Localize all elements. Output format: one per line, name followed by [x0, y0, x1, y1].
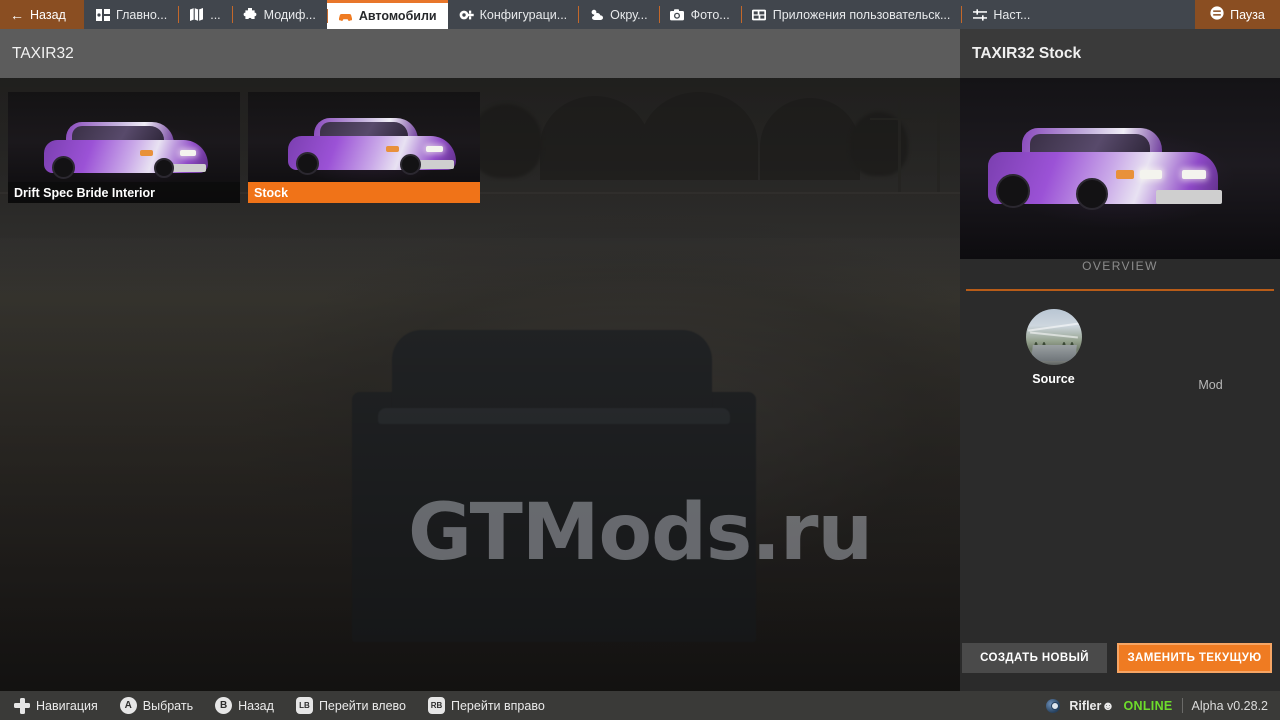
lb-button-icon: LB [295, 697, 313, 714]
hint-navigation-label: Навигация [36, 698, 98, 713]
replace-current-button[interactable]: ЗАМЕНИТЬ ТЕКУЩУЮ [1117, 643, 1272, 673]
version-label: Alpha v0.28.2 [1191, 698, 1268, 713]
source-label: Source [1032, 372, 1075, 386]
a-button-icon: A [119, 697, 137, 714]
tab-configurations[interactable]: Конфигураци... [448, 0, 579, 29]
map-icon [189, 8, 204, 22]
source-cell[interactable]: Source [966, 309, 1141, 386]
tab-vehicles[interactable]: Автомобили [326, 0, 448, 29]
tab-map[interactable]: ... [178, 0, 231, 29]
puzzle-icon [243, 8, 258, 22]
tab-main[interactable]: Главно... [84, 0, 178, 29]
weather-icon [589, 8, 604, 22]
arrow-left-icon: ← [10, 6, 24, 23]
wrench-icon [459, 8, 474, 22]
b-button-icon: B [215, 697, 233, 714]
detail-panel-header: TAXIR32 Stock [960, 29, 1280, 78]
back-button[interactable]: ← Назад [0, 0, 84, 29]
pause-button[interactable]: Пауза [1195, 0, 1280, 29]
source-mod-row: Source Mod [960, 309, 1280, 392]
steam-icon [1046, 698, 1061, 713]
hint-select-label: Выбрать [142, 698, 194, 713]
bottom-status-bar: Навигация A Выбрать B Назад LB Перейти в… [0, 691, 1280, 720]
online-status-badge: ONLINE [1123, 698, 1173, 713]
hint-move-right-label: Перейти вправо [451, 698, 545, 713]
divider [1181, 698, 1183, 713]
detail-panel-title: TAXIR32 Stock [972, 44, 1082, 62]
config-thumbnail-item[interactable]: Drift Spec Bride Interior [8, 92, 240, 203]
tab-mods[interactable]: Модиф... [231, 0, 327, 29]
vehicle-detail-panel: TAXIR32 Stock OVERVIEW Source Mod СОЗДАТ… [960, 29, 1280, 691]
tab-vehicles-label: Автомобили [358, 9, 437, 23]
config-thumbnail-label: Drift Spec Bride Interior [8, 182, 240, 203]
hint-back-label: Назад [238, 698, 274, 713]
tab-list: Главно... ... Модиф... Автомобили Конфиг [84, 0, 1195, 29]
username-label: Rifler☻ [1069, 698, 1115, 713]
gamepad-hints: Навигация A Выбрать B Назад LB Перейти в… [0, 697, 1046, 714]
back-button-label: Назад [30, 7, 66, 22]
dpad-icon [14, 697, 30, 714]
hint-move-right: RB Перейти вправо [428, 697, 545, 714]
tab-configurations-label: Конфигураци... [479, 7, 568, 22]
hint-back: B Назад [215, 697, 274, 714]
car-icon [338, 9, 353, 23]
hint-move-left: LB Перейти влево [295, 697, 406, 714]
menu-icon [1210, 6, 1224, 23]
vehicle-preview-image [960, 78, 1280, 259]
dashboard-icon [95, 8, 110, 22]
account-status: Rifler☻ ONLINE Alpha v0.28.2 [1046, 698, 1280, 713]
tab-settings[interactable]: Наст... [961, 0, 1041, 29]
tab-user-apps[interactable]: Приложения пользовательск... [740, 0, 962, 29]
tab-environment[interactable]: Окру... [578, 0, 658, 29]
left-header: TAXIR32 [0, 29, 960, 78]
tab-photo-label: Фото... [690, 7, 730, 22]
tab-environment-label: Окру... [610, 7, 648, 22]
tab-photo[interactable]: Фото... [658, 0, 741, 29]
top-tab-bar: ← Назад Главно... ... Модиф... Автомобил… [0, 0, 1280, 29]
tab-settings-label: Наст... [993, 7, 1031, 22]
mod-cell[interactable]: Mod [1141, 309, 1280, 392]
source-thumbnail [1025, 309, 1082, 365]
tab-overview[interactable]: OVERVIEW [960, 259, 1280, 273]
config-thumbnail-label: Stock [248, 182, 480, 203]
detail-panel-tabs: OVERVIEW [960, 259, 1280, 291]
hint-select: A Выбрать [119, 697, 194, 714]
create-new-button[interactable]: СОЗДАТЬ НОВЫЙ [962, 643, 1107, 673]
config-thumbnail-strip: Drift Spec Bride Interior Stock [8, 92, 480, 203]
tab-mods-label: Модиф... [263, 7, 316, 22]
tab-main-label: Главно... [116, 7, 168, 22]
apps-icon [752, 8, 767, 22]
config-thumbnail-item[interactable]: Stock [248, 92, 480, 203]
sliders-icon [972, 8, 987, 22]
page-title: TAXIR32 [12, 44, 74, 62]
tab-map-label: ... [210, 7, 221, 22]
detail-panel-body: Source Mod [960, 291, 1280, 392]
pause-button-label: Пауза [1230, 7, 1265, 22]
hint-navigation: Навигация [14, 697, 98, 714]
detail-panel-actions: СОЗДАТЬ НОВЫЙ ЗАМЕНИТЬ ТЕКУЩУЮ [960, 625, 1280, 691]
hint-move-left-label: Перейти влево [318, 698, 406, 713]
mod-label: Mod [1198, 378, 1223, 392]
tab-user-apps-label: Приложения пользовательск... [772, 7, 951, 22]
camera-icon [670, 8, 685, 22]
rb-button-icon: RB [428, 697, 445, 714]
